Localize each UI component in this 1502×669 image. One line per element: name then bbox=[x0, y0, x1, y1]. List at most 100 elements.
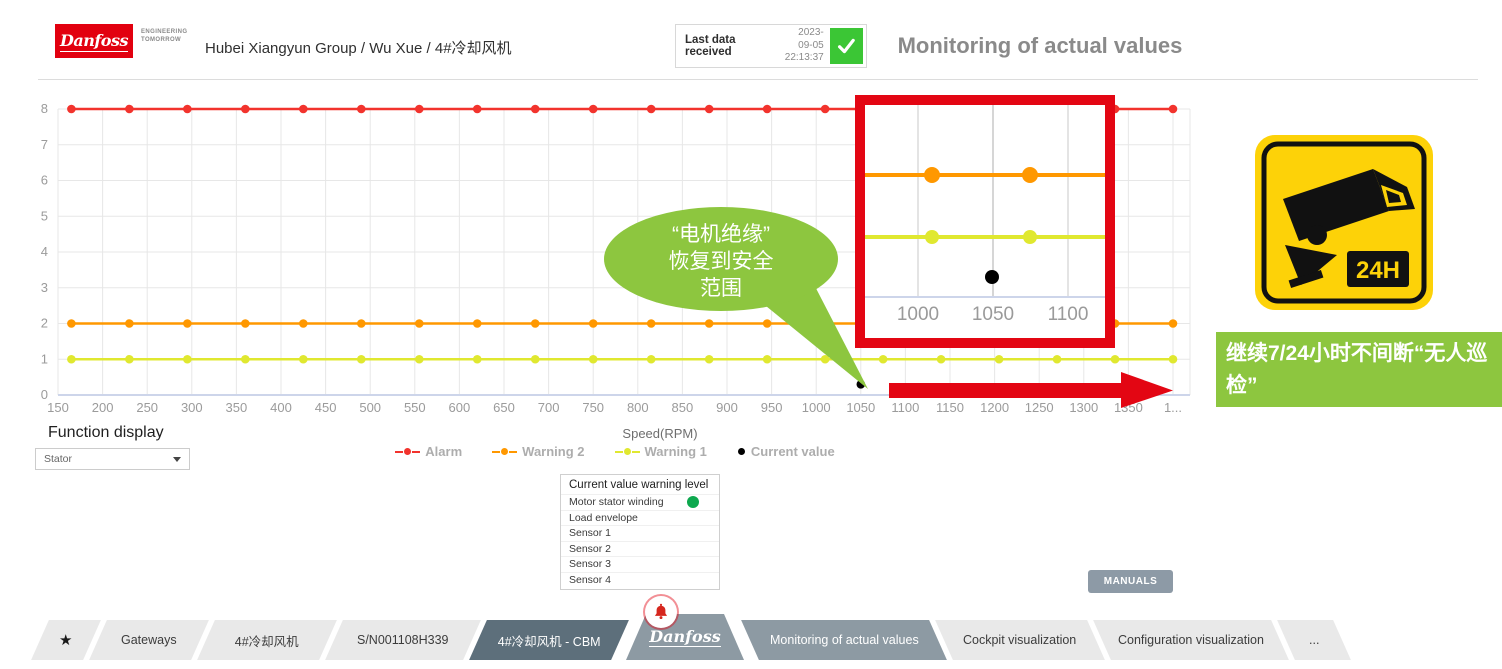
bubble-text-line1: “电机绝缘” bbox=[672, 223, 770, 246]
series-point bbox=[299, 319, 308, 328]
tooltip-row-label: Sensor 1 bbox=[569, 527, 611, 539]
series-point bbox=[125, 355, 134, 364]
legend-label: Warning 2 bbox=[522, 444, 584, 459]
tooltip-row-label: Sensor 3 bbox=[569, 558, 611, 570]
y-tick-label: 5 bbox=[41, 208, 48, 223]
series-point bbox=[299, 105, 308, 114]
tab-label: S/N001108H339 bbox=[357, 633, 449, 647]
x-tick-label: 1050 bbox=[846, 400, 875, 415]
warning2-marker-icon bbox=[492, 448, 517, 455]
x-tick-label: 600 bbox=[449, 400, 471, 415]
legend-item-warning2[interactable]: Warning 2 bbox=[492, 444, 584, 459]
tab-label: Configuration visualization bbox=[1118, 633, 1264, 647]
tab-label: 4#冷却风机 - CBM bbox=[498, 631, 601, 650]
series-point bbox=[1169, 105, 1178, 114]
tab-danfoss-home[interactable]: Danfoss bbox=[626, 614, 744, 660]
series-point bbox=[67, 319, 76, 328]
tab-monitoring-of-actual-values[interactable]: Monitoring of actual values bbox=[741, 620, 947, 660]
function-display-value: Stator bbox=[44, 453, 72, 465]
logo-tagline-line2: TOMORROW bbox=[141, 37, 187, 45]
function-display-select[interactable]: Stator bbox=[35, 448, 190, 470]
series-point bbox=[531, 355, 540, 364]
last-data-received-box: Last data received 2023-09-05 22:13:37 bbox=[675, 24, 867, 68]
danfoss-logo: Danfoss bbox=[55, 24, 133, 58]
tooltip-row-sensor-3: Sensor 3 bbox=[561, 556, 719, 572]
legend-item-alarm[interactable]: Alarm bbox=[395, 444, 462, 459]
series-point bbox=[67, 105, 76, 114]
tooltip-row-sensor-4: Sensor 4 bbox=[561, 572, 719, 588]
logo-tagline: ENGINEERING TOMORROW bbox=[141, 29, 187, 45]
x-tick-label: 200 bbox=[92, 400, 114, 415]
legend-label: Warning 1 bbox=[645, 444, 707, 459]
cctv-24h-sign: 24H bbox=[1255, 135, 1433, 310]
tab-gateways[interactable]: Gateways bbox=[89, 620, 209, 660]
last-data-label: Last data received bbox=[685, 34, 778, 58]
tab-label: Gateways bbox=[121, 633, 177, 647]
legend-label: Current value bbox=[751, 444, 835, 459]
alarm-marker-icon bbox=[395, 448, 420, 455]
tooltip-row-label: Motor stator winding bbox=[569, 496, 664, 508]
tab-label: ... bbox=[1309, 633, 1319, 647]
x-tick-label: 450 bbox=[315, 400, 337, 415]
x-tick-label: 850 bbox=[672, 400, 694, 415]
series-point bbox=[589, 355, 598, 364]
tab-configuration-visualization[interactable]: Configuration visualization bbox=[1093, 620, 1289, 660]
legend-item-current-value[interactable]: Current value bbox=[737, 444, 835, 459]
y-tick-label: 1 bbox=[41, 351, 48, 366]
x-tick-label: 350 bbox=[226, 400, 248, 415]
y-tick-label: 7 bbox=[41, 137, 48, 152]
danfoss-tab-logo-text: Danfoss bbox=[649, 627, 720, 647]
series-point bbox=[183, 105, 192, 114]
x-tick-label: 950 bbox=[761, 400, 783, 415]
zoom-inset-chart: 1000 1050 1100 bbox=[865, 105, 1105, 338]
header-divider bbox=[38, 79, 1478, 80]
current-value-tooltip: Current value warning level Motor stator… bbox=[560, 474, 720, 590]
legend-label: Alarm bbox=[425, 444, 462, 459]
tab-serial-number[interactable]: S/N001108H339 bbox=[325, 620, 481, 660]
series-point bbox=[125, 319, 134, 328]
logo-tagline-line1: ENGINEERING bbox=[141, 29, 187, 37]
legend-item-warning1[interactable]: Warning 1 bbox=[615, 444, 707, 459]
alarm-bell-icon[interactable] bbox=[645, 596, 677, 628]
series-point bbox=[821, 105, 830, 114]
series-point bbox=[415, 105, 424, 114]
tab-cockpit-visualization[interactable]: Cockpit visualization bbox=[935, 620, 1105, 660]
series-point bbox=[705, 105, 714, 114]
series-point bbox=[357, 319, 366, 328]
function-display-label: Function display bbox=[48, 424, 164, 442]
current-value-marker-icon bbox=[737, 448, 746, 455]
series-point bbox=[995, 355, 1004, 364]
manuals-button[interactable]: MANUALS bbox=[1088, 570, 1173, 593]
series-point bbox=[241, 105, 250, 114]
x-tick-label: 700 bbox=[538, 400, 560, 415]
y-tick-label: 4 bbox=[41, 244, 48, 259]
red-arrow-annotation bbox=[885, 372, 1175, 408]
series-point bbox=[415, 355, 424, 364]
tab-more[interactable]: ... bbox=[1277, 620, 1351, 660]
series-point bbox=[473, 319, 482, 328]
last-data-date: 2023-09-05 bbox=[798, 27, 824, 51]
series-point bbox=[1169, 355, 1178, 364]
chevron-down-icon bbox=[173, 457, 181, 462]
warning1-marker-icon bbox=[615, 448, 640, 455]
x-tick-label: 1000 bbox=[802, 400, 831, 415]
bubble-text-line2: 恢复到安全 bbox=[669, 250, 774, 273]
inset-tick-label: 1050 bbox=[972, 304, 1014, 325]
tooltip-row-load-envelope: Load envelope bbox=[561, 510, 719, 526]
series-point bbox=[473, 355, 482, 364]
tab-cooling-fan[interactable]: 4#冷却风机 bbox=[197, 620, 337, 660]
series-point bbox=[473, 105, 482, 114]
series-point bbox=[67, 355, 76, 364]
y-tick-label: 6 bbox=[41, 173, 48, 188]
series-point bbox=[183, 355, 192, 364]
tab-label: Cockpit visualization bbox=[963, 633, 1076, 647]
series-point bbox=[531, 105, 540, 114]
tooltip-row-label: Load envelope bbox=[569, 512, 638, 524]
tab-cooling-fan-cbm[interactable]: 4#冷却风机 - CBM bbox=[469, 620, 629, 660]
inset-tick-label: 1100 bbox=[1048, 304, 1089, 325]
tooltip-row-motor-stator-winding: Motor stator winding bbox=[561, 494, 719, 510]
tooltip-row-label: Sensor 2 bbox=[569, 543, 611, 555]
x-tick-label: 150 bbox=[47, 400, 69, 415]
series-point bbox=[1053, 355, 1062, 364]
last-data-time: 22:13:37 bbox=[785, 52, 824, 63]
